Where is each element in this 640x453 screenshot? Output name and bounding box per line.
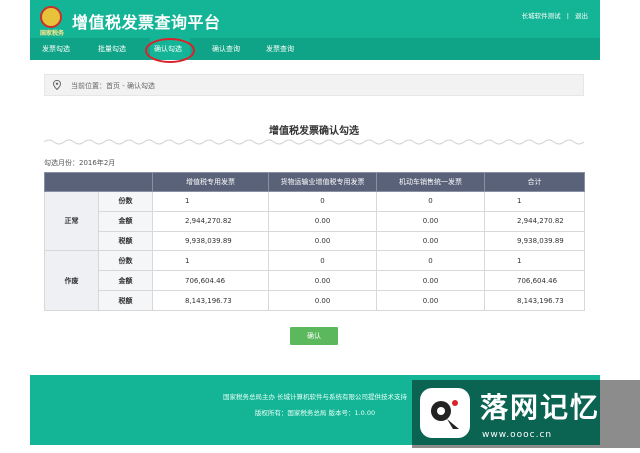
group-normal: 正常 bbox=[44, 190, 99, 252]
table-cell: 0.00 bbox=[268, 210, 377, 232]
table-row: 税额 8,143,196.73 0.00 0.00 8,143,196.73 bbox=[45, 290, 585, 311]
user-area: 长城软件测试 | 退出 bbox=[518, 10, 588, 20]
table-cell: 1 bbox=[484, 250, 585, 272]
row-label: 税额 bbox=[98, 230, 153, 252]
header-vat-special: 增值税专用发票 bbox=[152, 172, 269, 192]
breadcrumb-text: 当前位置：首页 - 确认勾选 bbox=[71, 82, 155, 90]
table-cell: 0 bbox=[268, 191, 377, 212]
wave-divider bbox=[44, 139, 584, 145]
table-header-row: 增值税专用发票 货物运输业增值税专用发票 机动车销售统一发票 合计 bbox=[44, 172, 585, 192]
period-label: 勾选月份：2016年2月 bbox=[44, 159, 116, 167]
table-cell: 0.00 bbox=[268, 230, 377, 252]
nav-item-batch-select[interactable]: 批量勾选 bbox=[98, 38, 132, 60]
location-pin-icon bbox=[52, 80, 62, 90]
row-label: 税额 bbox=[98, 290, 153, 311]
table-row: 作废 份数 1 0 0 1 bbox=[44, 250, 585, 311]
header-blank bbox=[44, 172, 153, 192]
nav-item-invoice-select[interactable]: 发票勾选 bbox=[42, 38, 76, 60]
logo-text: 国家税务 bbox=[40, 30, 65, 37]
table-cell: 0 bbox=[376, 250, 485, 272]
table-cell: 0 bbox=[376, 191, 485, 212]
summary-table: 增值税专用发票 货物运输业增值税专用发票 机动车销售统一发票 合计 正常 份数 … bbox=[44, 172, 585, 311]
row-label: 份数 bbox=[98, 191, 153, 212]
separator: | bbox=[566, 12, 569, 20]
main-nav: 发票勾选 批量勾选 确认勾选 确认查询 发票查询 bbox=[30, 38, 600, 60]
table-cell: 2,944,270.82 bbox=[152, 210, 269, 232]
watermark-url: www.oooc.cn bbox=[482, 430, 553, 440]
table-cell: 0.00 bbox=[376, 230, 485, 252]
table-cell: 9,938,039.89 bbox=[152, 230, 269, 252]
table-cell: 2,944,270.82 bbox=[484, 210, 585, 232]
user-name[interactable]: 长城软件测试 bbox=[522, 12, 561, 20]
table-cell: 706,604.46 bbox=[484, 270, 585, 292]
section-title: 增值税发票确认勾选 bbox=[269, 126, 359, 137]
table-row: 税额 9,938,039.89 0.00 0.00 9,938,039.89 bbox=[45, 230, 585, 252]
table-cell: 0.00 bbox=[376, 270, 485, 292]
breadcrumb: 当前位置：首页 - 确认勾选 bbox=[44, 74, 584, 96]
watermark-logo-icon bbox=[420, 388, 470, 438]
highlight-annotation bbox=[145, 38, 195, 63]
tax-emblem-icon bbox=[40, 6, 62, 28]
row-label: 金额 bbox=[98, 210, 153, 232]
table-cell: 1 bbox=[152, 250, 269, 272]
nav-item-invoice-query[interactable]: 发票查询 bbox=[266, 38, 300, 60]
header-vehicle-invoice: 机动车销售统一发票 bbox=[376, 172, 485, 192]
table-cell: 8,143,196.73 bbox=[484, 290, 585, 311]
table-row: 金额 2,944,270.82 0.00 0.00 2,944,270.82 bbox=[45, 210, 585, 232]
logout-link[interactable]: 退出 bbox=[575, 12, 588, 20]
table-cell: 0.00 bbox=[376, 210, 485, 232]
table-cell: 0 bbox=[268, 250, 377, 272]
table-cell: 0.00 bbox=[376, 290, 485, 311]
table-cell: 706,604.46 bbox=[152, 270, 269, 292]
table-cell: 9,938,039.89 bbox=[484, 230, 585, 252]
row-label: 金额 bbox=[98, 270, 153, 292]
watermark: 落网记忆 www.oooc.cn bbox=[412, 380, 640, 448]
table-row: 金额 706,604.46 0.00 0.00 706,604.46 bbox=[45, 270, 585, 292]
header-transport-vat: 货物运输业增值税专用发票 bbox=[268, 172, 377, 192]
nav-item-confirm-query[interactable]: 确认查询 bbox=[212, 38, 246, 60]
group-void: 作废 bbox=[44, 250, 99, 311]
header-total: 合计 bbox=[484, 172, 585, 192]
table-cell: 0.00 bbox=[268, 270, 377, 292]
table-cell: 8,143,196.73 bbox=[152, 290, 269, 311]
table-cell: 0.00 bbox=[268, 290, 377, 311]
confirm-button[interactable]: 确认 bbox=[290, 327, 338, 345]
table-cell: 1 bbox=[152, 191, 269, 212]
watermark-title: 落网记忆 bbox=[480, 391, 601, 424]
table-row: 正常 份数 1 0 0 1 bbox=[44, 190, 585, 252]
app-header: 国家税务 增值税发票查询平台 长城软件测试 | 退出 bbox=[30, 0, 600, 38]
row-label: 份数 bbox=[98, 250, 153, 272]
app-title: 增值税发票查询平台 bbox=[72, 13, 221, 32]
table-cell: 1 bbox=[484, 191, 585, 212]
